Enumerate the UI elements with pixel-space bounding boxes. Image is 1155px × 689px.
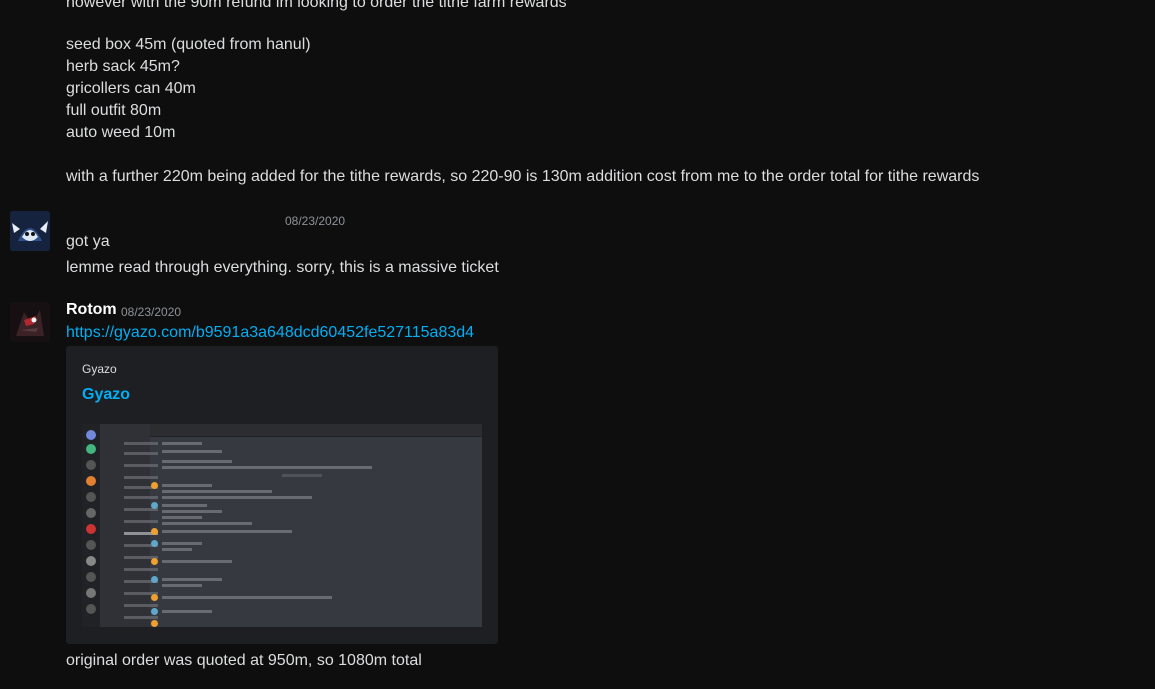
message-text: original order was quoted at 950m, so 10…	[66, 652, 422, 669]
embed-provider[interactable]: Gyazo	[82, 362, 117, 376]
gyazo-link[interactable]: https://gyazo.com/b9591a3a648dcd60452fe5…	[66, 322, 474, 344]
avatar[interactable]	[10, 302, 50, 342]
avatar-icon	[10, 302, 50, 342]
link-embed: Gyazo Gyazo	[66, 346, 498, 644]
list-item: herb sack 45m?	[66, 58, 180, 75]
embed-thumbnail[interactable]	[82, 424, 482, 627]
list-item: gricollers can 40m	[66, 80, 196, 97]
message-text: got ya	[66, 233, 110, 250]
thumbnail-channel-list	[100, 424, 158, 627]
avatar[interactable]	[10, 211, 50, 251]
author-name[interactable]: Rotom	[66, 301, 117, 319]
message-timestamp: 08/23/2020	[285, 214, 346, 228]
message-timestamp: 08/23/2020	[121, 305, 182, 319]
message-summary: with a further 220m being added for the …	[66, 168, 980, 185]
embed-title[interactable]: Gyazo	[82, 386, 130, 404]
thumbnail-topbar	[150, 424, 482, 437]
list-item: full outfit 80m	[66, 102, 162, 119]
list-item: seed box 45m (quoted from hanul)	[66, 36, 311, 53]
avatar-icon	[10, 211, 50, 251]
message-line-partial: however with the 90m refund im looking t…	[66, 0, 567, 11]
list-item: auto weed 10m	[66, 124, 176, 141]
thumbnail-server-bar	[82, 424, 100, 627]
message-text: lemme read through everything. sorry, th…	[66, 259, 499, 276]
